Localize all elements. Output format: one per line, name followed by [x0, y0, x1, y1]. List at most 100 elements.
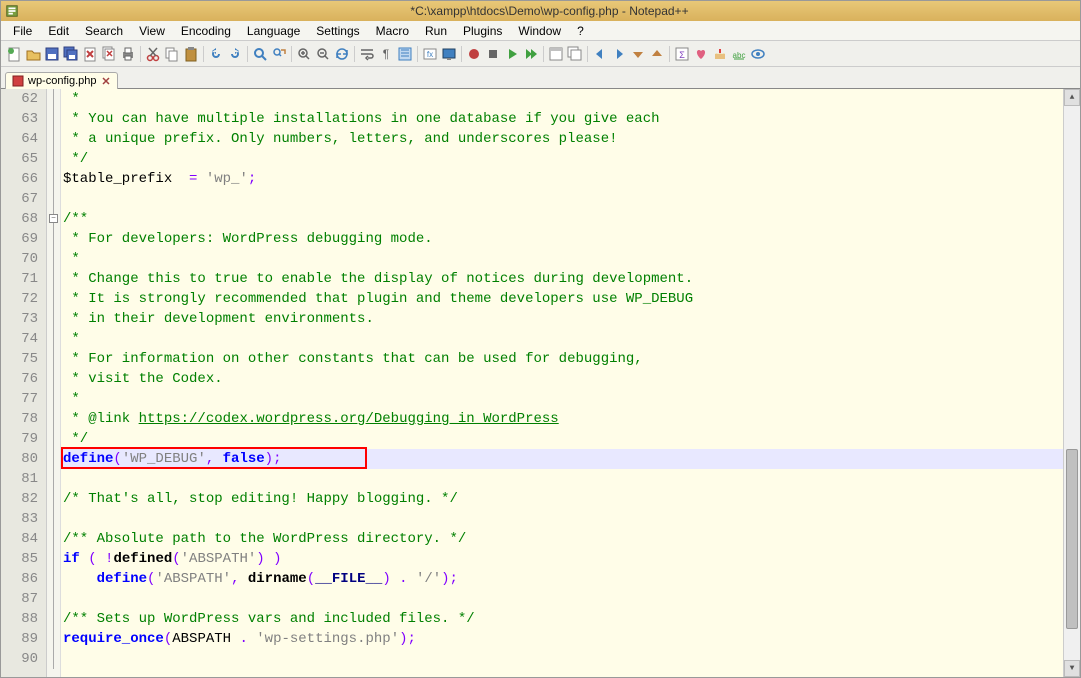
menu-macro[interactable]: Macro	[368, 22, 417, 40]
sync-button[interactable]	[333, 45, 351, 63]
zoom-in-button[interactable]	[295, 45, 313, 63]
menu-search[interactable]: Search	[77, 22, 131, 40]
save-all-button[interactable]	[62, 45, 80, 63]
line-number-gutter[interactable]: 6263646566676869707172737475767778798081…	[1, 89, 47, 677]
code-line[interactable]	[63, 189, 1063, 209]
code-line[interactable]: *	[63, 89, 1063, 109]
play-button[interactable]	[503, 45, 521, 63]
code-line[interactable]: *	[63, 389, 1063, 409]
menu-bar: File Edit Search View Encoding Language …	[1, 21, 1080, 41]
code-line[interactable]: * For information on other constants tha…	[63, 349, 1063, 369]
code-line[interactable]: */	[63, 429, 1063, 449]
abc-icon: abc	[731, 46, 747, 62]
eye-button[interactable]	[749, 45, 767, 63]
tab-2-icon	[567, 46, 583, 62]
menu-run[interactable]: Run	[417, 22, 455, 40]
vertical-scrollbar[interactable]: ▲ ▼	[1063, 89, 1080, 677]
new-button[interactable]	[5, 45, 23, 63]
up-button[interactable]	[648, 45, 666, 63]
code-line[interactable]: /**	[63, 209, 1063, 229]
code-line[interactable]	[63, 649, 1063, 669]
code-line[interactable]: * It is strongly recommended that plugin…	[63, 289, 1063, 309]
close-tab-icon[interactable]	[101, 76, 111, 86]
stop-button[interactable]	[484, 45, 502, 63]
zoom-in-icon	[296, 46, 312, 62]
copy-button[interactable]	[163, 45, 181, 63]
menu-window[interactable]: Window	[510, 22, 569, 40]
fold-toggle[interactable]: −	[49, 214, 58, 223]
scroll-thumb[interactable]	[1066, 449, 1078, 629]
menu-settings[interactable]: Settings	[308, 22, 367, 40]
code-line[interactable]: *	[63, 249, 1063, 269]
menu-encoding[interactable]: Encoding	[173, 22, 239, 40]
code-line[interactable]: define('WP_DEBUG', false);	[63, 449, 1063, 469]
open-button[interactable]	[24, 45, 42, 63]
wrap-button[interactable]	[358, 45, 376, 63]
menu-help[interactable]: ?	[569, 22, 592, 40]
lang-button[interactable]: fx	[421, 45, 439, 63]
code-line[interactable]: /* That's all, stop editing! Happy blogg…	[63, 489, 1063, 509]
indent-guide-button[interactable]	[396, 45, 414, 63]
menu-edit[interactable]: Edit	[40, 22, 77, 40]
replace-button[interactable]	[270, 45, 288, 63]
code-line[interactable]	[63, 589, 1063, 609]
abc-button[interactable]: abc	[730, 45, 748, 63]
print-button[interactable]	[119, 45, 137, 63]
tab-2-button[interactable]	[566, 45, 584, 63]
menu-language[interactable]: Language	[239, 22, 308, 40]
cut-button[interactable]	[144, 45, 162, 63]
play-multi-button[interactable]	[522, 45, 540, 63]
heart-button[interactable]	[692, 45, 710, 63]
redo-button[interactable]	[226, 45, 244, 63]
code-line[interactable]: */	[63, 149, 1063, 169]
code-line[interactable]: * You can have multiple installations in…	[63, 109, 1063, 129]
paste-button[interactable]	[182, 45, 200, 63]
monitor-button[interactable]	[440, 45, 458, 63]
menu-plugins[interactable]: Plugins	[455, 22, 510, 40]
code-line[interactable]: /** Sets up WordPress vars and included …	[63, 609, 1063, 629]
find-button[interactable]	[251, 45, 269, 63]
right-button[interactable]	[610, 45, 628, 63]
tab-1-button[interactable]	[547, 45, 565, 63]
code-line[interactable]: require_once(ABSPATH . 'wp-settings.php'…	[63, 629, 1063, 649]
cake-button[interactable]	[711, 45, 729, 63]
code-line[interactable]: * a unique prefix. Only numbers, letters…	[63, 129, 1063, 149]
line-number: 83	[1, 509, 38, 529]
menu-file[interactable]: File	[5, 22, 40, 40]
code-line[interactable]: * visit the Codex.	[63, 369, 1063, 389]
func-button[interactable]: Σ	[673, 45, 691, 63]
zoom-out-button[interactable]	[314, 45, 332, 63]
code-area[interactable]: * * You can have multiple installations …	[61, 89, 1063, 677]
fold-column[interactable]: −	[47, 89, 61, 677]
close-button[interactable]	[81, 45, 99, 63]
stop-icon	[485, 46, 501, 62]
scroll-down-button[interactable]: ▼	[1064, 660, 1080, 677]
all-chars-button[interactable]: ¶	[377, 45, 395, 63]
code-line[interactable]: * @link https://codex.wordpress.org/Debu…	[63, 409, 1063, 429]
file-tab[interactable]: wp-config.php	[5, 72, 118, 89]
line-number: 77	[1, 389, 38, 409]
close-all-button[interactable]	[100, 45, 118, 63]
down-button[interactable]	[629, 45, 647, 63]
code-line[interactable]	[63, 509, 1063, 529]
record-button[interactable]	[465, 45, 483, 63]
toolbar-separator	[291, 46, 292, 62]
code-line[interactable]	[63, 469, 1063, 489]
save-button[interactable]	[43, 45, 61, 63]
code-line[interactable]: define('ABSPATH', dirname(__FILE__) . '/…	[63, 569, 1063, 589]
code-line[interactable]: $table_prefix = 'wp_';	[63, 169, 1063, 189]
code-line[interactable]: if ( !defined('ABSPATH') )	[63, 549, 1063, 569]
left-button[interactable]	[591, 45, 609, 63]
code-line[interactable]: *	[63, 329, 1063, 349]
line-number: 67	[1, 189, 38, 209]
scroll-up-button[interactable]: ▲	[1064, 89, 1080, 106]
code-line[interactable]: * in their development environments.	[63, 309, 1063, 329]
svg-text:Σ: Σ	[679, 50, 685, 60]
code-line[interactable]: * Change this to true to enable the disp…	[63, 269, 1063, 289]
code-line[interactable]: /** Absolute path to the WordPress direc…	[63, 529, 1063, 549]
open-icon	[25, 46, 41, 62]
title-bar[interactable]: *C:\xampp\htdocs\Demo\wp-config.php - No…	[1, 1, 1080, 21]
code-line[interactable]: * For developers: WordPress debugging mo…	[63, 229, 1063, 249]
undo-button[interactable]	[207, 45, 225, 63]
menu-view[interactable]: View	[131, 22, 173, 40]
